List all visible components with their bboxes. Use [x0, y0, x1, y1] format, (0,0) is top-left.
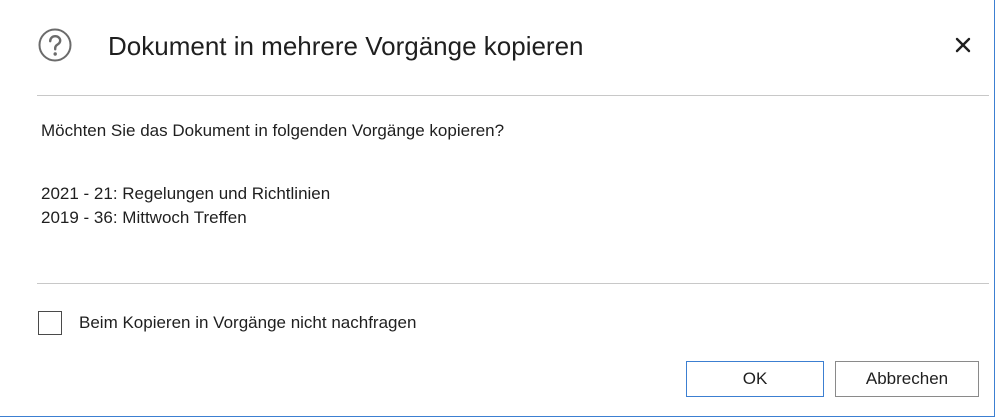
list-item: 2019 - 36: Mittwoch Treffen	[41, 208, 247, 227]
header-divider	[37, 95, 989, 96]
confirmation-message: Möchten Sie das Dokument in folgenden Vo…	[41, 121, 505, 140]
cancel-button[interactable]: Abbrechen	[835, 361, 979, 397]
dialog-header: Dokument in mehrere Vorgänge kopieren	[0, 0, 994, 96]
dont-ask-checkbox-row[interactable]: Beim Kopieren in Vorgänge nicht nachfrag…	[38, 308, 416, 338]
dont-ask-checkbox-label[interactable]: Beim Kopieren in Vorgänge nicht nachfrag…	[79, 312, 416, 334]
ok-button[interactable]: OK	[686, 361, 824, 397]
dont-ask-checkbox[interactable]	[38, 311, 62, 335]
case-list: 2021 - 21: Regelungen und Richtlinien 20…	[41, 182, 330, 230]
list-item: 2021 - 21: Regelungen und Richtlinien	[41, 184, 331, 203]
dialog-title: Dokument in mehrere Vorgänge kopieren	[108, 31, 584, 61]
copy-dialog: Dokument in mehrere Vorgänge kopieren Mö…	[0, 0, 995, 417]
footer-divider	[37, 283, 989, 284]
close-icon[interactable]	[950, 32, 976, 58]
question-circle-icon	[38, 28, 72, 62]
